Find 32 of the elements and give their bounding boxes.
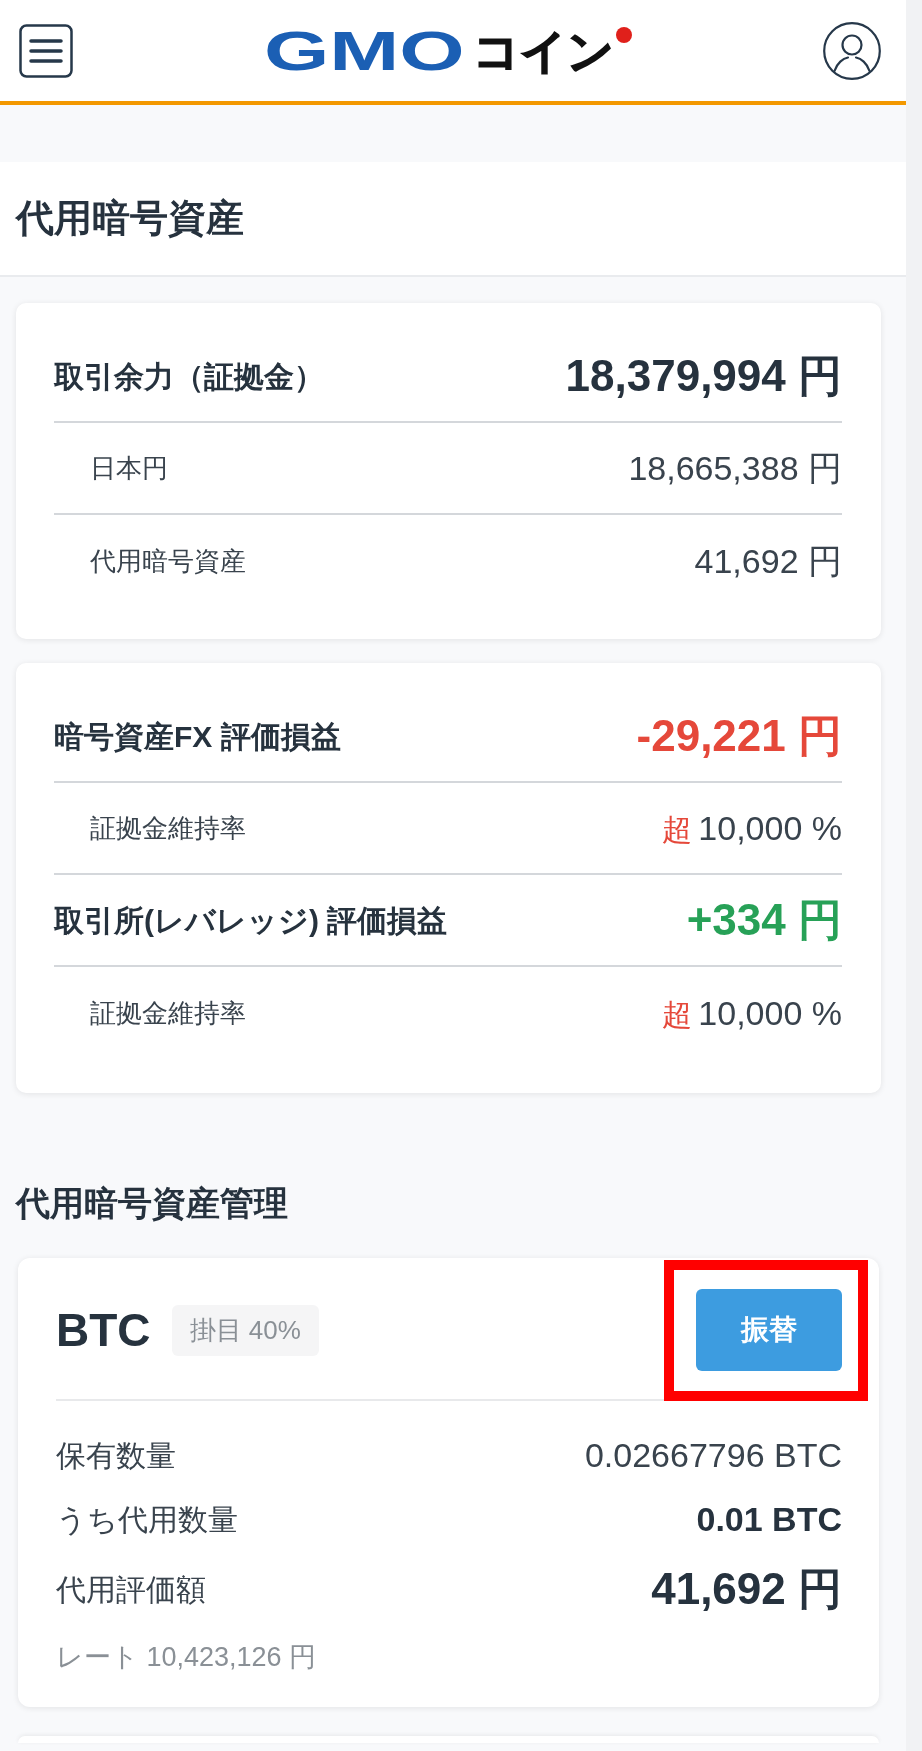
row-prefix: 超 bbox=[662, 811, 693, 848]
row-label: 取引余力（証拠金） bbox=[54, 358, 324, 395]
row-label: 代用評価額 bbox=[56, 1571, 206, 1608]
dot-icon bbox=[615, 26, 632, 43]
user-icon[interactable] bbox=[823, 21, 881, 80]
row-value: +334 円 bbox=[686, 894, 842, 946]
row-value: 0.01 BTC bbox=[696, 1498, 842, 1540]
row-label: うち代用数量 bbox=[56, 1501, 238, 1538]
row-label: 証拠金維持率 bbox=[89, 996, 246, 1030]
row-prefix: 超 bbox=[662, 996, 693, 1033]
row-value: 41,692 円 bbox=[651, 1563, 842, 1615]
row-value: 10,000 % bbox=[698, 807, 842, 849]
row-label: 保有数量 bbox=[56, 1437, 176, 1474]
row-value: 41,692 円 bbox=[694, 540, 842, 582]
haircut-badge: 掛目 40% bbox=[171, 1304, 319, 1356]
row-label: 日本円 bbox=[89, 451, 168, 485]
row-label: 証拠金維持率 bbox=[89, 811, 246, 845]
row-value: 18,379,994 円 bbox=[565, 350, 842, 402]
logo-text[interactable]: コイン bbox=[472, 22, 614, 79]
asset-symbol: BTC bbox=[56, 1307, 151, 1353]
page-title: 代用暗号資産 bbox=[16, 195, 244, 241]
menu-icon[interactable] bbox=[19, 23, 73, 78]
row-label: 代用暗号資産 bbox=[89, 544, 246, 578]
row-value: 18,665,388 円 bbox=[628, 447, 842, 489]
logo-text[interactable]: GMO bbox=[264, 22, 465, 79]
row-value: -29,221 円 bbox=[636, 710, 842, 762]
row-label: 暗号資産FX 評価損益 bbox=[54, 718, 341, 755]
row-value: 0.02667796 BTC bbox=[584, 1434, 842, 1476]
row-value: 10,000 % bbox=[698, 992, 842, 1034]
row-label: 取引所(レバレッジ) 評価損益 bbox=[54, 902, 448, 939]
section-title: 代用暗号資産管理 bbox=[16, 1183, 288, 1224]
rate-text: レート 10,423,126 円 bbox=[56, 1640, 317, 1674]
